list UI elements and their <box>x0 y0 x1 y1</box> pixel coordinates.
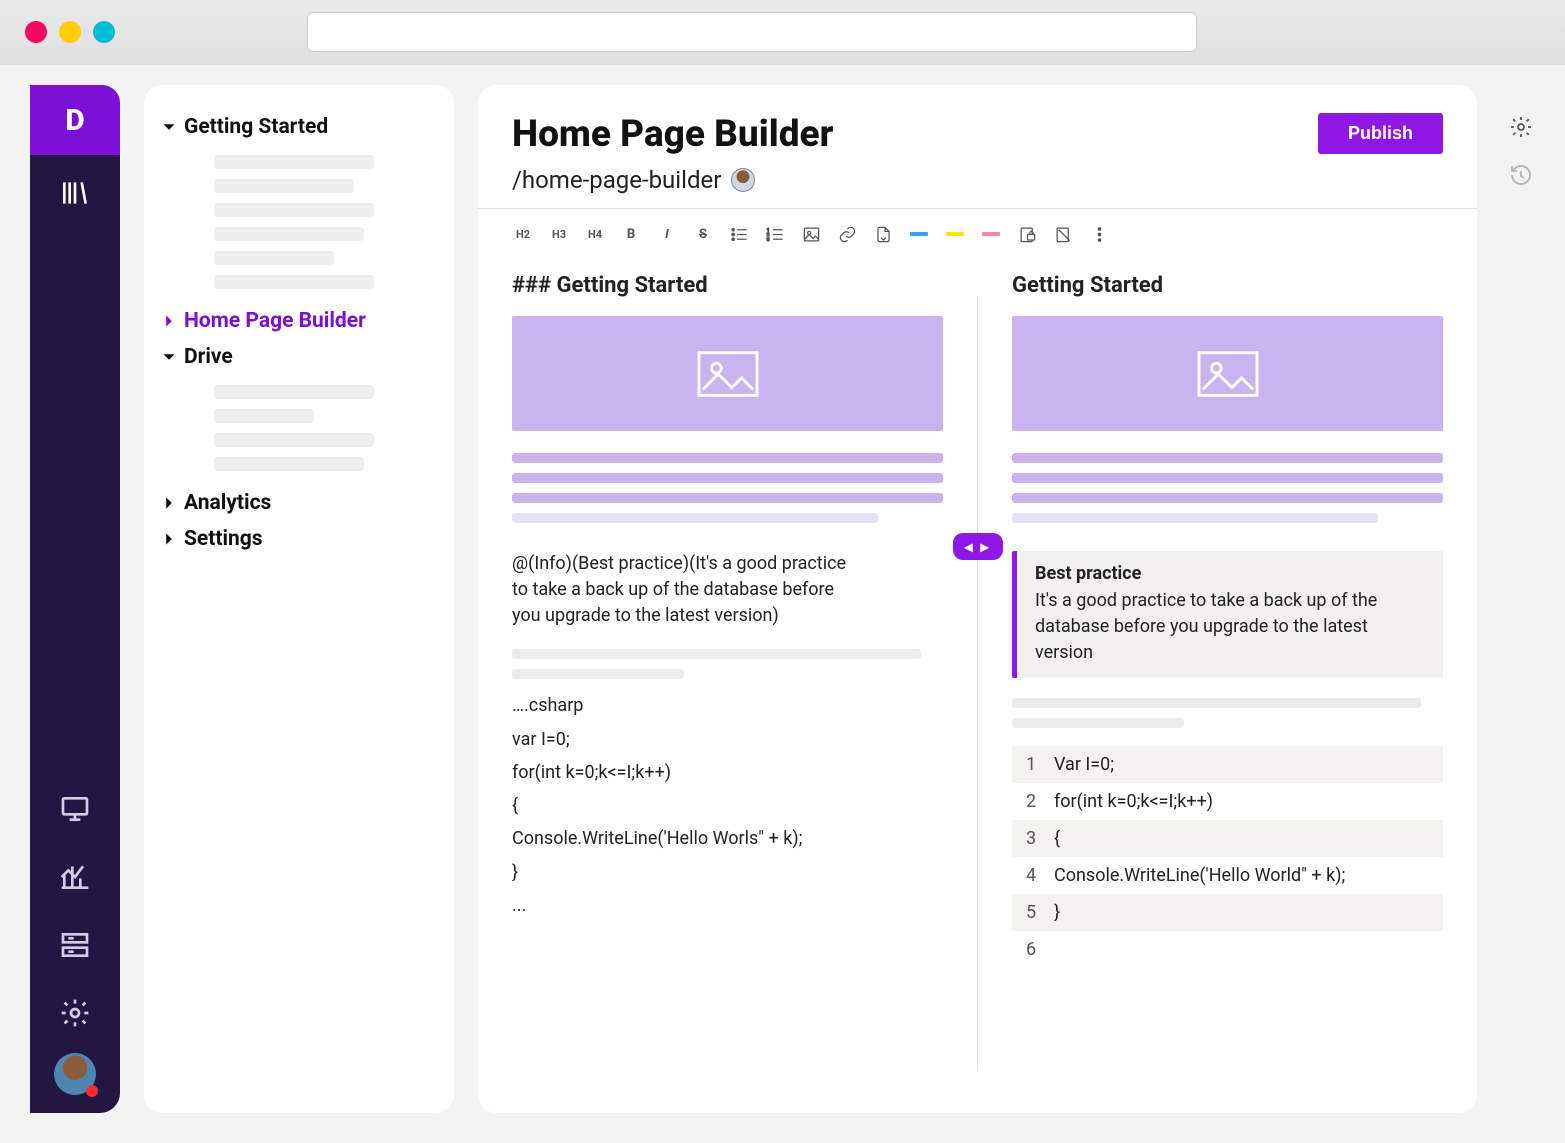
callout-body: It's a good practice to take a back up o… <box>1035 588 1425 666</box>
toolbar-highlight-blue[interactable] <box>908 223 930 245</box>
window-max-dot[interactable] <box>93 21 115 43</box>
app-rail: D <box>30 85 120 1113</box>
settings-icon[interactable] <box>1509 115 1533 143</box>
code-row: 4 Console.WriteLine('Hello World" + k); <box>1012 857 1443 894</box>
source-heading: ### Getting Started <box>512 273 943 298</box>
pane-resize-handle[interactable]: ◂ ▸ <box>952 533 1002 560</box>
tree-placeholder <box>214 179 354 193</box>
text-placeholder <box>512 649 921 659</box>
code-row: 5} <box>1012 894 1443 931</box>
publish-button[interactable]: Publish <box>1318 113 1443 154</box>
toolbar-italic[interactable]: I <box>656 223 678 245</box>
tree-node-drive[interactable]: Drive <box>162 339 436 375</box>
rail-library-icon[interactable] <box>45 163 105 223</box>
preview-pane: Getting Started Best practice It's a goo… <box>978 253 1477 1113</box>
tree-placeholder <box>214 203 374 217</box>
source-pane[interactable]: ### Getting Started @(Info)(Best practic… <box>478 253 977 1113</box>
source-callout-raw: @(Info)(Best practice)(It's a good pract… <box>512 551 852 629</box>
image-placeholder-icon <box>512 316 943 431</box>
text-placeholder <box>1012 453 1443 463</box>
editor-panel: Home Page Builder Publish /home-page-bui… <box>478 85 1477 1113</box>
toolbar-noedit-icon[interactable] <box>1052 223 1074 245</box>
contributor-avatar[interactable] <box>731 168 755 192</box>
text-placeholder <box>512 513 878 523</box>
tree-label: Settings <box>184 527 263 551</box>
chevron-left-icon: ◂ <box>964 537 974 556</box>
toolbar-link-icon[interactable] <box>836 223 858 245</box>
toolbar-highlight-pink[interactable] <box>980 223 1002 245</box>
code-row: 2for(int k=0;k<=I;k++) <box>1012 783 1443 820</box>
rail-archive-icon[interactable] <box>45 915 105 975</box>
tree-placeholder <box>214 385 374 399</box>
image-placeholder-icon <box>1012 316 1443 431</box>
svg-text:3: 3 <box>766 236 769 242</box>
app-logo-text: D <box>65 103 84 138</box>
toolbar-lock-icon[interactable] <box>1016 223 1038 245</box>
tree-placeholder <box>214 227 364 241</box>
toolbar-h3[interactable]: H3 <box>548 223 570 245</box>
rail-avatar[interactable] <box>54 1053 96 1095</box>
window-close-dot[interactable] <box>25 21 47 43</box>
toolbar-ul-icon[interactable] <box>728 223 750 245</box>
text-placeholder <box>512 493 943 503</box>
rail-settings-icon[interactable] <box>45 983 105 1043</box>
code-row: 6 <box>1012 931 1443 968</box>
callout-title: Best practice <box>1035 563 1425 584</box>
tree-placeholder <box>214 251 334 265</box>
toolbar-more-icon[interactable] <box>1088 223 1110 245</box>
preview-code-block: 1Var I=0; 2for(int k=0;k<=I;k++) 3{ 4 Co… <box>1012 746 1443 968</box>
tree-placeholder <box>214 409 314 423</box>
toolbar-strike[interactable]: S <box>692 223 714 245</box>
chevron-right-icon: ▸ <box>981 537 991 556</box>
text-placeholder <box>512 453 943 463</box>
text-placeholder <box>512 473 943 483</box>
page-slug[interactable]: /home-page-builder <box>512 166 721 194</box>
preview-heading: Getting Started <box>1012 273 1443 298</box>
right-strip <box>1501 85 1541 1113</box>
tree-label: Home Page Builder <box>184 309 366 333</box>
text-placeholder <box>1012 718 1184 728</box>
text-placeholder <box>1012 473 1443 483</box>
tree-node-home-page-builder[interactable]: Home Page Builder <box>162 303 436 339</box>
toolbar-file-icon[interactable] <box>872 223 894 245</box>
text-placeholder <box>512 669 684 679</box>
history-icon[interactable] <box>1509 163 1533 191</box>
toolbar-image-icon[interactable] <box>800 223 822 245</box>
toolbar-ol-icon[interactable]: 123 <box>764 223 786 245</box>
tree-node-getting-started[interactable]: Getting Started <box>162 109 436 145</box>
toolbar-highlight-yellow[interactable] <box>944 223 966 245</box>
tree-placeholder <box>214 155 374 169</box>
address-bar[interactable] <box>307 12 1197 52</box>
nav-tree: Getting Started Home Page Builder Drive … <box>144 85 454 1113</box>
toolbar-bold[interactable]: B <box>620 223 642 245</box>
toolbar-h2[interactable]: H2 <box>512 223 534 245</box>
tree-node-settings[interactable]: Settings <box>162 521 436 557</box>
toolbar-h4[interactable]: H4 <box>584 223 606 245</box>
editor-toolbar: H2 H3 H4 B I S 123 <box>478 209 1477 253</box>
source-code-block: ….csharp var I=0; for(int k=0;k<=I;k++) … <box>512 689 943 922</box>
tree-node-analytics[interactable]: Analytics <box>162 485 436 521</box>
tree-label: Getting Started <box>184 115 328 139</box>
rail-stats-icon[interactable] <box>45 847 105 907</box>
text-placeholder <box>1012 493 1443 503</box>
tree-placeholder <box>214 275 374 289</box>
text-placeholder <box>1012 513 1378 523</box>
app-logo[interactable]: D <box>30 85 120 155</box>
rail-monitor-icon[interactable] <box>45 779 105 839</box>
tree-label: Analytics <box>184 491 271 515</box>
page-title: Home Page Builder <box>512 113 833 156</box>
code-row: 3{ <box>1012 820 1443 857</box>
tree-placeholder <box>214 457 364 471</box>
text-placeholder <box>1012 698 1421 708</box>
tree-label: Drive <box>184 345 233 369</box>
code-row: 1Var I=0; <box>1012 746 1443 783</box>
tree-placeholder <box>214 433 374 447</box>
info-callout: Best practice It's a good practice to ta… <box>1012 551 1443 678</box>
browser-chrome <box>0 0 1565 65</box>
window-min-dot[interactable] <box>59 21 81 43</box>
